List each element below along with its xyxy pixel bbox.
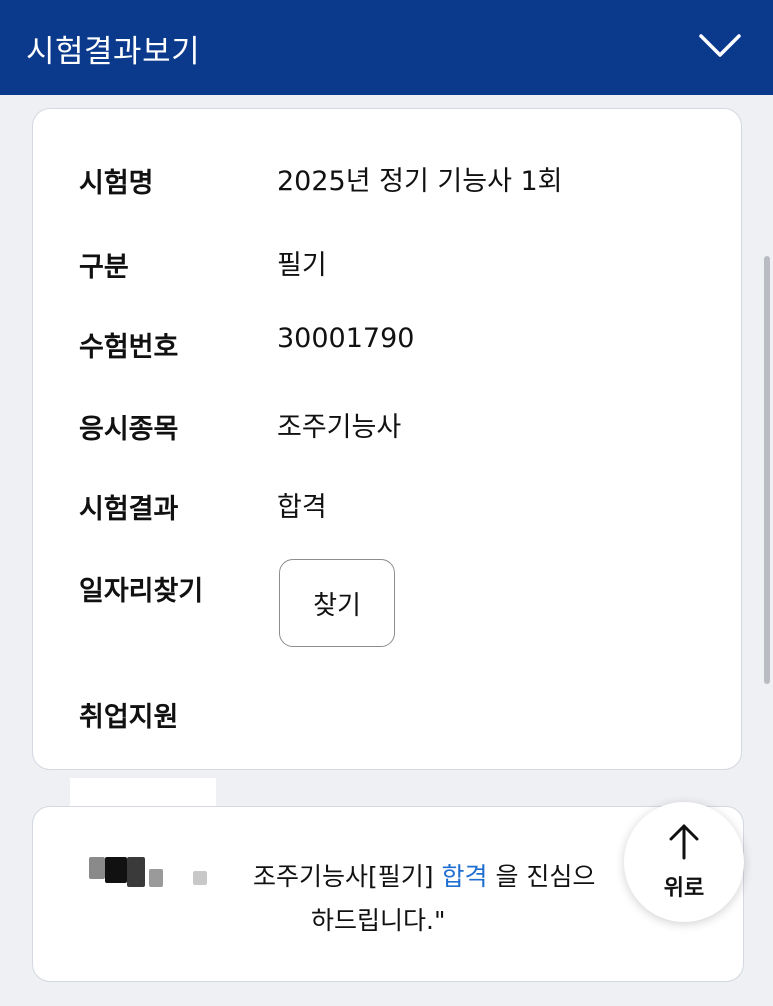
value-subject: 조주기능사 bbox=[277, 412, 402, 443]
scroll-to-top-label: 위로 bbox=[663, 876, 705, 901]
congrats-subject: 조주기능사[필기] bbox=[253, 862, 434, 891]
label-employment-support: 취업지원 bbox=[79, 702, 179, 733]
value-category: 필기 bbox=[277, 250, 327, 281]
label-job-search: 일자리찾기 bbox=[79, 576, 204, 607]
label-category: 구분 bbox=[79, 252, 129, 283]
congrats-tail: 을 진심으 bbox=[495, 862, 596, 891]
congrats-line-2: 하드립니다." bbox=[311, 906, 446, 935]
chevron-down-icon[interactable] bbox=[698, 30, 742, 60]
arrow-up-icon bbox=[669, 824, 699, 860]
congrats-highlight: 합격 bbox=[441, 862, 488, 891]
page-title: 시험결과보기 bbox=[26, 34, 201, 70]
header-bar: 시험결과보기 bbox=[0, 0, 773, 95]
value-exam-name: 2025년 정기 기능사 1회 bbox=[277, 166, 563, 197]
find-job-button[interactable]: 찾기 bbox=[279, 559, 395, 647]
label-subject: 응시종목 bbox=[79, 414, 179, 445]
congrats-line-1: 조주기능사[필기] 합격 을 진심으 bbox=[253, 857, 595, 893]
redacted-name-block bbox=[105, 857, 127, 883]
scroll-to-top-button[interactable]: 위로 bbox=[624, 802, 744, 922]
redacted-name-block bbox=[89, 857, 105, 879]
label-exam-result: 시험결과 bbox=[79, 494, 179, 525]
redacted-name-block bbox=[127, 857, 145, 887]
redacted-name-block bbox=[193, 871, 207, 885]
redacted-name-block bbox=[149, 869, 163, 887]
value-exam-result: 합격 bbox=[277, 492, 327, 523]
scrollbar[interactable] bbox=[764, 256, 770, 684]
label-exam-name: 시험명 bbox=[79, 168, 154, 199]
value-exam-number: 30001790 bbox=[277, 323, 415, 354]
label-exam-number: 수험번호 bbox=[79, 332, 179, 363]
exam-result-card: 시험명 2025년 정기 기능사 1회 구분 필기 수험번호 30001790 … bbox=[32, 108, 742, 770]
